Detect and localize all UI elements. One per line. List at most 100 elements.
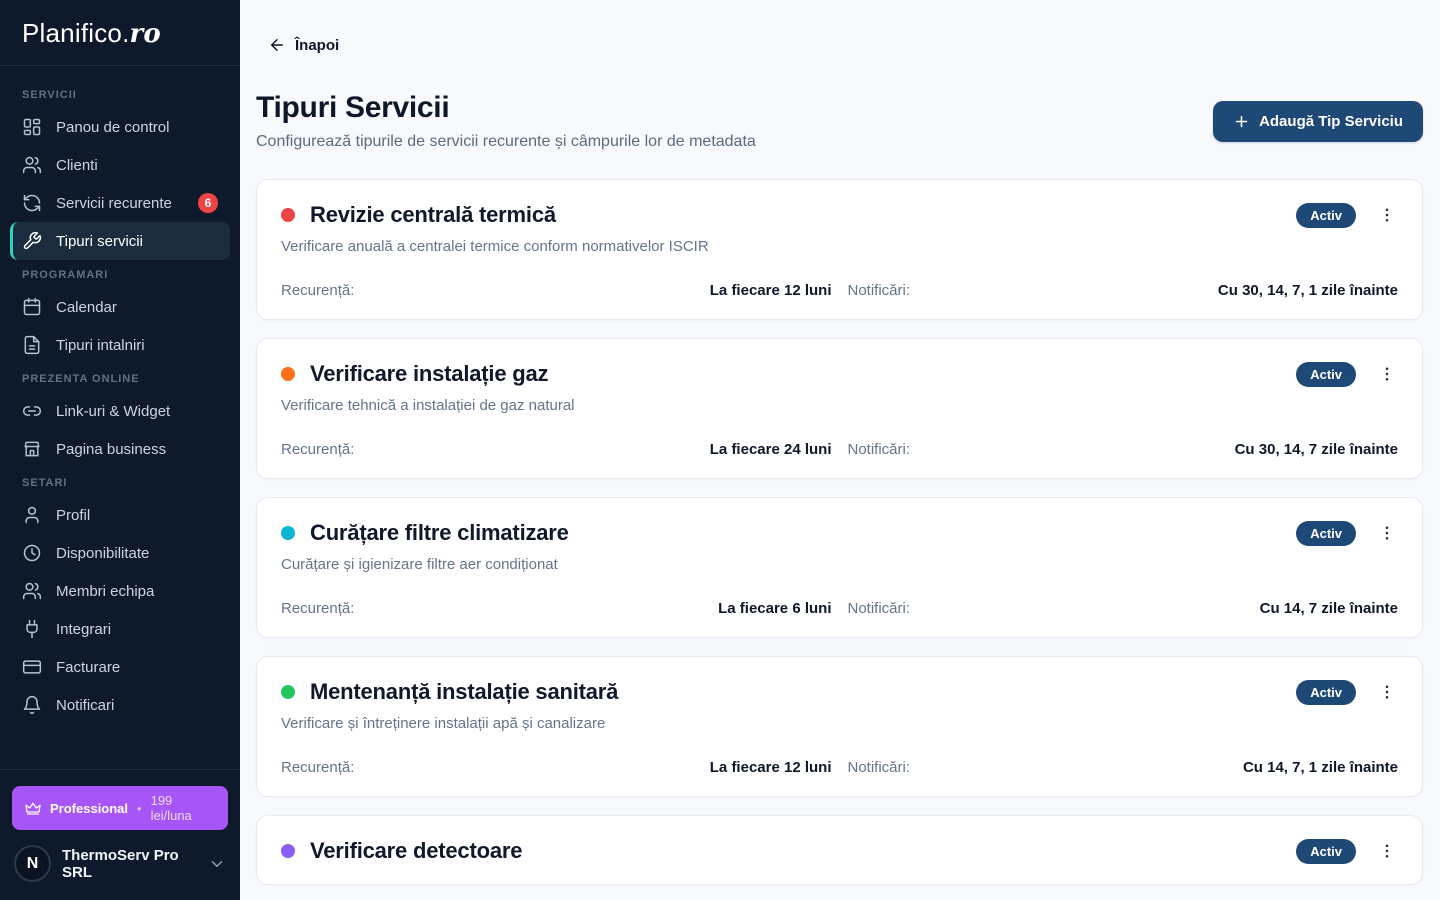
color-dot	[281, 526, 295, 540]
notification-count-badge: 6	[198, 193, 218, 213]
sidebar-item-linkuri-widget[interactable]: Link-uri & Widget	[10, 392, 230, 430]
color-dot	[281, 208, 295, 222]
sidebar-item-calendar[interactable]: Calendar	[10, 288, 230, 326]
recurrence-value: La fiecare 12 luni	[710, 282, 832, 299]
back-label: Înapoi	[295, 37, 339, 54]
plus-icon	[1233, 113, 1250, 130]
sidebar-item-label: Pagina business	[56, 441, 166, 458]
document-icon	[22, 335, 42, 355]
more-options-button[interactable]	[1376, 840, 1398, 862]
sidebar-item-disponibilitate[interactable]: Disponibilitate	[10, 534, 230, 572]
logo-text: Planifico.	[22, 18, 130, 48]
sidebar-item-tipuri-servicii[interactable]: Tipuri servicii	[10, 222, 230, 260]
app-logo: Planifico.ro	[0, 0, 240, 66]
status-badge: Activ	[1296, 362, 1356, 387]
recurrence-label: Recurență:	[281, 759, 354, 776]
recurrence-label: Recurență:	[281, 282, 354, 299]
color-dot	[281, 685, 295, 699]
users-icon	[22, 155, 42, 175]
card-title: Mentenanță instalație sanitară	[310, 679, 618, 705]
sidebar-item-servicii-recurente[interactable]: Servicii recurente 6	[10, 184, 230, 222]
sidebar-item-label: Disponibilitate	[56, 545, 149, 562]
notifications-value: Cu 14, 7 zile înainte	[1260, 600, 1398, 617]
notifications-label: Notificări:	[848, 759, 911, 776]
refresh-icon	[22, 193, 42, 213]
page-title: Tipuri Servicii	[256, 91, 756, 125]
service-type-list: Revizie centrală termică Activ Verificar…	[256, 179, 1423, 885]
sidebar-item-label: Tipuri servicii	[56, 233, 143, 250]
sidebar-item-pagina-business[interactable]: Pagina business	[10, 430, 230, 468]
notifications-label: Notificări:	[848, 600, 911, 617]
plan-price: 199 lei/luna	[151, 793, 215, 823]
section-label-programari: Programari	[10, 260, 230, 288]
link-icon	[22, 401, 42, 421]
sidebar-item-clienti[interactable]: Clienti	[10, 146, 230, 184]
plan-separator: •	[137, 801, 142, 816]
wrench-icon	[22, 231, 42, 251]
account-switcher[interactable]: N ThermoServ Pro SRL	[12, 845, 228, 882]
card-title: Verificare detectoare	[310, 838, 522, 864]
notifications-label: Notificări:	[848, 282, 911, 299]
more-options-button[interactable]	[1376, 522, 1398, 544]
sidebar-item-label: Servicii recurente	[56, 195, 172, 212]
crown-icon	[25, 800, 41, 816]
back-button[interactable]: Înapoi	[268, 36, 339, 54]
recurrence-value: La fiecare 12 luni	[710, 759, 832, 776]
service-type-card: Revizie centrală termică Activ Verificar…	[256, 179, 1423, 320]
notifications-label: Notificări:	[848, 441, 911, 458]
sidebar-item-facturare[interactable]: Facturare	[10, 648, 230, 686]
clock-icon	[22, 543, 42, 563]
sidebar-bottom: Professional • 199 lei/luna N ThermoServ…	[0, 769, 240, 900]
avatar: N	[14, 845, 51, 882]
notifications-value: Cu 30, 14, 7 zile înainte	[1235, 441, 1398, 458]
sidebar-item-panou-de-control[interactable]: Panou de control	[10, 108, 230, 146]
sidebar-item-label: Clienti	[56, 157, 98, 174]
plan-name: Professional	[50, 801, 128, 816]
sidebar-item-label: Link-uri & Widget	[56, 403, 170, 420]
status-badge: Activ	[1296, 680, 1356, 705]
sidebar-item-label: Membri echipa	[56, 583, 154, 600]
dashboard-icon	[22, 117, 42, 137]
sidebar-item-label: Calendar	[56, 299, 117, 316]
add-service-type-button[interactable]: Adaugă Tip Serviciu	[1213, 101, 1423, 142]
plan-badge[interactable]: Professional • 199 lei/luna	[12, 786, 228, 830]
more-options-button[interactable]	[1376, 204, 1398, 226]
sidebar-item-label: Profil	[56, 507, 90, 524]
bell-icon	[22, 695, 42, 715]
main-content: Înapoi Tipuri Servicii Configurează tipu…	[240, 0, 1440, 900]
more-options-button[interactable]	[1376, 681, 1398, 703]
sidebar-item-membri-echipa[interactable]: Membri echipa	[10, 572, 230, 610]
card-title: Revizie centrală termică	[310, 202, 556, 228]
recurrence-label: Recurență:	[281, 441, 354, 458]
recurrence-value: La fiecare 24 luni	[710, 441, 832, 458]
sidebar-item-tipuri-intalniri[interactable]: Tipuri intalniri	[10, 326, 230, 364]
sidebar-item-label: Panou de control	[56, 119, 169, 136]
notifications-value: Cu 14, 7, 1 zile înainte	[1243, 759, 1398, 776]
recurrence-label: Recurență:	[281, 600, 354, 617]
company-name: ThermoServ Pro SRL	[62, 847, 197, 881]
sidebar-item-label: Integrari	[56, 621, 111, 638]
chevron-down-icon	[208, 855, 226, 873]
sidebar-item-label: Tipuri intalniri	[56, 337, 145, 354]
sidebar-item-profil[interactable]: Profil	[10, 496, 230, 534]
sidebar-nav: Servicii Panou de control Clienti Servic…	[0, 66, 240, 769]
sidebar-item-notificari[interactable]: Notificari	[10, 686, 230, 724]
sidebar-item-integrari[interactable]: Integrari	[10, 610, 230, 648]
color-dot	[281, 844, 295, 858]
notifications-value: Cu 30, 14, 7, 1 zile înainte	[1218, 282, 1398, 299]
section-label-prezenta-online: Prezenta online	[10, 364, 230, 392]
card-description: Verificare anuală a centralei termice co…	[281, 238, 1398, 255]
plug-icon	[22, 619, 42, 639]
page-header-text: Tipuri Servicii Configurează tipurile de…	[256, 91, 756, 151]
card-description: Verificare tehnică a instalației de gaz …	[281, 397, 1398, 414]
team-icon	[22, 581, 42, 601]
recurrence-value: La fiecare 6 luni	[718, 600, 831, 617]
section-label-servicii: Servicii	[10, 80, 230, 108]
user-icon	[22, 505, 42, 525]
card-description: Curățare și igienizare filtre aer condiț…	[281, 556, 1398, 573]
add-button-label: Adaugă Tip Serviciu	[1259, 113, 1403, 130]
card-title: Curățare filtre climatizare	[310, 520, 569, 546]
more-options-button[interactable]	[1376, 363, 1398, 385]
status-badge: Activ	[1296, 839, 1356, 864]
service-type-card: Curățare filtre climatizare Activ Curăța…	[256, 497, 1423, 638]
